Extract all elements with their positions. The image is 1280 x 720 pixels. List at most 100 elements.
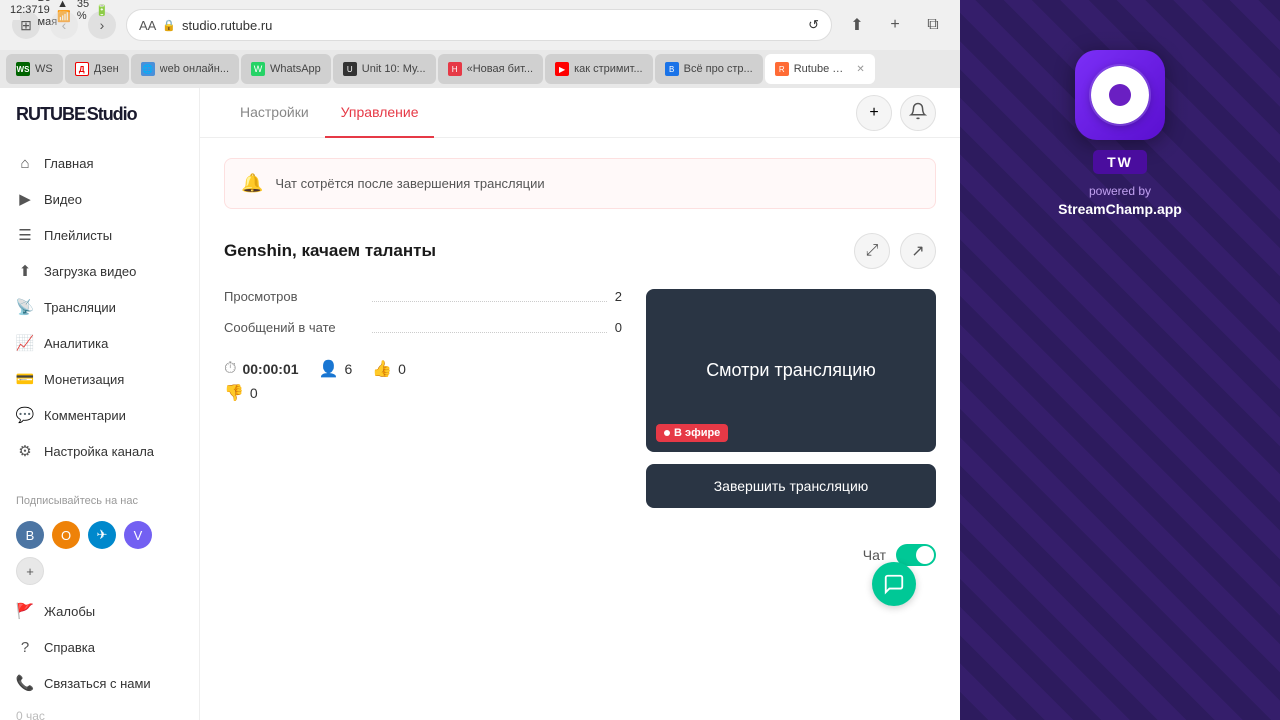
tab-dzen-label: Дзен — [94, 63, 119, 75]
logo-text: RUTUBE'Studio — [16, 104, 137, 124]
nav-item-home[interactable]: ⌂ Главная — [0, 145, 199, 181]
stream-right: Смотри трансляцию В эфире Завершить тран… — [646, 289, 936, 508]
tab-close-icon[interactable]: ✕ — [856, 64, 864, 75]
tab-web-online[interactable]: 🌐 web онлайн... — [131, 54, 239, 84]
tab-settings-label: Настройки — [240, 104, 309, 120]
nav-item-channel-settings[interactable]: ⚙ Настройка канала — [0, 433, 199, 469]
nav-item-playlists[interactable]: ☰ Плейлисты — [0, 217, 199, 253]
tab-kak-strim-label: как стримит... — [574, 63, 643, 75]
tab-ws[interactable]: WS WS — [6, 54, 63, 84]
timer-icon: ⏱ — [224, 360, 236, 378]
nav-comments-label: Комментарии — [44, 408, 126, 423]
metrics-row-2: 👎 0 — [224, 383, 622, 403]
tab-whatsapp[interactable]: W WhatsApp — [241, 54, 331, 84]
home-icon: ⌂ — [16, 154, 34, 172]
metrics-row: ⏱ 00:00:01 👤 6 👍 0 — [224, 359, 622, 379]
content-body: 🔔 Чат сотрётся после завершения трансляц… — [200, 138, 960, 528]
tabs-button[interactable]: ⧉ — [918, 10, 948, 40]
streamchamp-appname: StreamChamp.app — [1058, 201, 1182, 217]
back-button[interactable]: ‹ — [50, 11, 78, 39]
nav-item-analytics[interactable]: 📈 Аналитика — [0, 325, 199, 361]
toggle-knob — [916, 546, 934, 564]
chat-float-button[interactable] — [872, 562, 916, 606]
stream-info-row: Genshin, качаем таланты ⤢ ↗ — [224, 233, 936, 269]
share-stream-button[interactable]: ⤢ — [854, 233, 890, 269]
nav-item-complaints[interactable]: 🚩 Жалобы — [0, 593, 199, 629]
upload-icon: ⬆ — [16, 262, 34, 280]
stream-actions: ⤢ ↗ — [854, 233, 936, 269]
tab-dzen[interactable]: Д Дзен — [65, 54, 129, 84]
nav-item-contact[interactable]: 📞 Связаться с нами — [0, 665, 199, 701]
status-bar: 12:37 Вс 19 мая ▲ 📶 35 % 🔋 — [0, 0, 20, 20]
favicon-web-online: 🌐 — [141, 62, 155, 76]
battery-icon: 🔋 — [95, 4, 109, 17]
tab-unit10[interactable]: U Unit 10: Му... — [333, 54, 436, 84]
streamchamp-badge: TW — [1093, 150, 1147, 174]
metric-likes-value: 0 — [398, 361, 406, 377]
stat-messages-value: 0 — [615, 320, 622, 335]
favicon-unit10: U — [343, 62, 357, 76]
contact-icon: 📞 — [16, 674, 34, 692]
analytics-icon: 📈 — [16, 334, 34, 352]
browser-topbar: ⊞ ‹ › AA 🔒 studio.rutube.ru ↺ ⬆ + ⧉ — [0, 0, 960, 50]
nav-item-streams[interactable]: 📡 Трансляции — [0, 289, 199, 325]
reload-icon[interactable]: ↺ — [808, 17, 819, 33]
metric-viewers-value: 6 — [344, 361, 352, 377]
favicon-ws: WS — [16, 62, 30, 76]
share-button[interactable]: ⬆ — [842, 10, 872, 40]
nav-contact-label: Связаться с нами — [44, 676, 151, 691]
live-badge: В эфире — [656, 424, 728, 442]
favicon-dzen: Д — [75, 62, 89, 76]
social-tg[interactable]: ✈ — [88, 521, 116, 549]
new-tab-button[interactable]: + — [880, 10, 910, 40]
favicon-novaya-bit: Н — [448, 62, 462, 76]
favicon-vsyo-str: В — [665, 62, 679, 76]
notification-button[interactable] — [900, 95, 936, 131]
nav-item-monetize[interactable]: 💳 Монетизация — [0, 361, 199, 397]
tab-rutube-studio[interactable]: R Rutube Студ... ✕ — [765, 54, 875, 84]
nav-item-comments[interactable]: 💬 Комментарии — [0, 397, 199, 433]
tab-web-online-label: web онлайн... — [160, 63, 229, 75]
nav-item-video[interactable]: ▶ Видео — [0, 181, 199, 217]
nav-video-label: Видео — [44, 192, 82, 207]
social-vk[interactable]: В — [16, 521, 44, 549]
chat-bubble-icon — [883, 573, 905, 595]
metric-dislikes: 👎 0 — [224, 383, 258, 403]
streamchamp-logo-inner — [1085, 60, 1155, 130]
nav-item-help[interactable]: ? Справка — [0, 629, 199, 665]
stat-views-value: 2 — [615, 289, 622, 304]
metric-viewers: 👤 6 — [319, 359, 353, 379]
add-button[interactable]: + — [856, 95, 892, 131]
address-bar[interactable]: AA 🔒 studio.rutube.ru ↺ — [126, 9, 832, 41]
playlists-icon: ☰ — [16, 226, 34, 244]
favicon-whatsapp: W — [251, 62, 265, 76]
tab-settings[interactable]: Настройки — [224, 88, 325, 138]
nav-item-upload[interactable]: ⬆ Загрузка видео — [0, 253, 199, 289]
stat-views: Просмотров 2 — [224, 289, 622, 304]
nav-complaints-label: Жалобы — [44, 604, 95, 619]
open-stream-button[interactable]: ↗ — [900, 233, 936, 269]
social-ok[interactable]: О — [52, 521, 80, 549]
tab-kak-strim[interactable]: ▶ как стримит... — [545, 54, 653, 84]
tab-vsyo-str[interactable]: В Всё про стр... — [655, 54, 763, 84]
alert-box: 🔔 Чат сотрётся после завершения трансляц… — [224, 158, 936, 209]
end-stream-button[interactable]: Завершить трансляцию — [646, 464, 936, 508]
stream-columns: Просмотров 2 Сообщений в чате 0 — [224, 289, 936, 508]
streamchamp-logo — [1075, 50, 1165, 140]
tab-control[interactable]: Управление — [325, 88, 435, 138]
social-links: В О ✈ V + — [0, 513, 199, 593]
chat-label: Чат — [863, 547, 886, 563]
live-dot — [664, 430, 670, 436]
dislikes-icon: 👎 — [224, 383, 244, 403]
help-icon: ? — [16, 638, 34, 656]
streams-icon: 📡 — [16, 298, 34, 316]
tab-control-label: Управление — [341, 104, 419, 120]
tab-novaya-bit-label: «Новая бит... — [467, 63, 533, 75]
social-viber[interactable]: V — [124, 521, 152, 549]
social-add[interactable]: + — [16, 557, 44, 585]
alert-text: Чат сотрётся после завершения трансляции — [275, 176, 544, 191]
status-time: 12:37 — [10, 4, 38, 16]
tab-novaya-bit[interactable]: Н «Новая бит... — [438, 54, 543, 84]
url-text: studio.rutube.ru — [182, 18, 272, 33]
tab-rutube-studio-label: Rutube Студ... — [794, 63, 850, 75]
